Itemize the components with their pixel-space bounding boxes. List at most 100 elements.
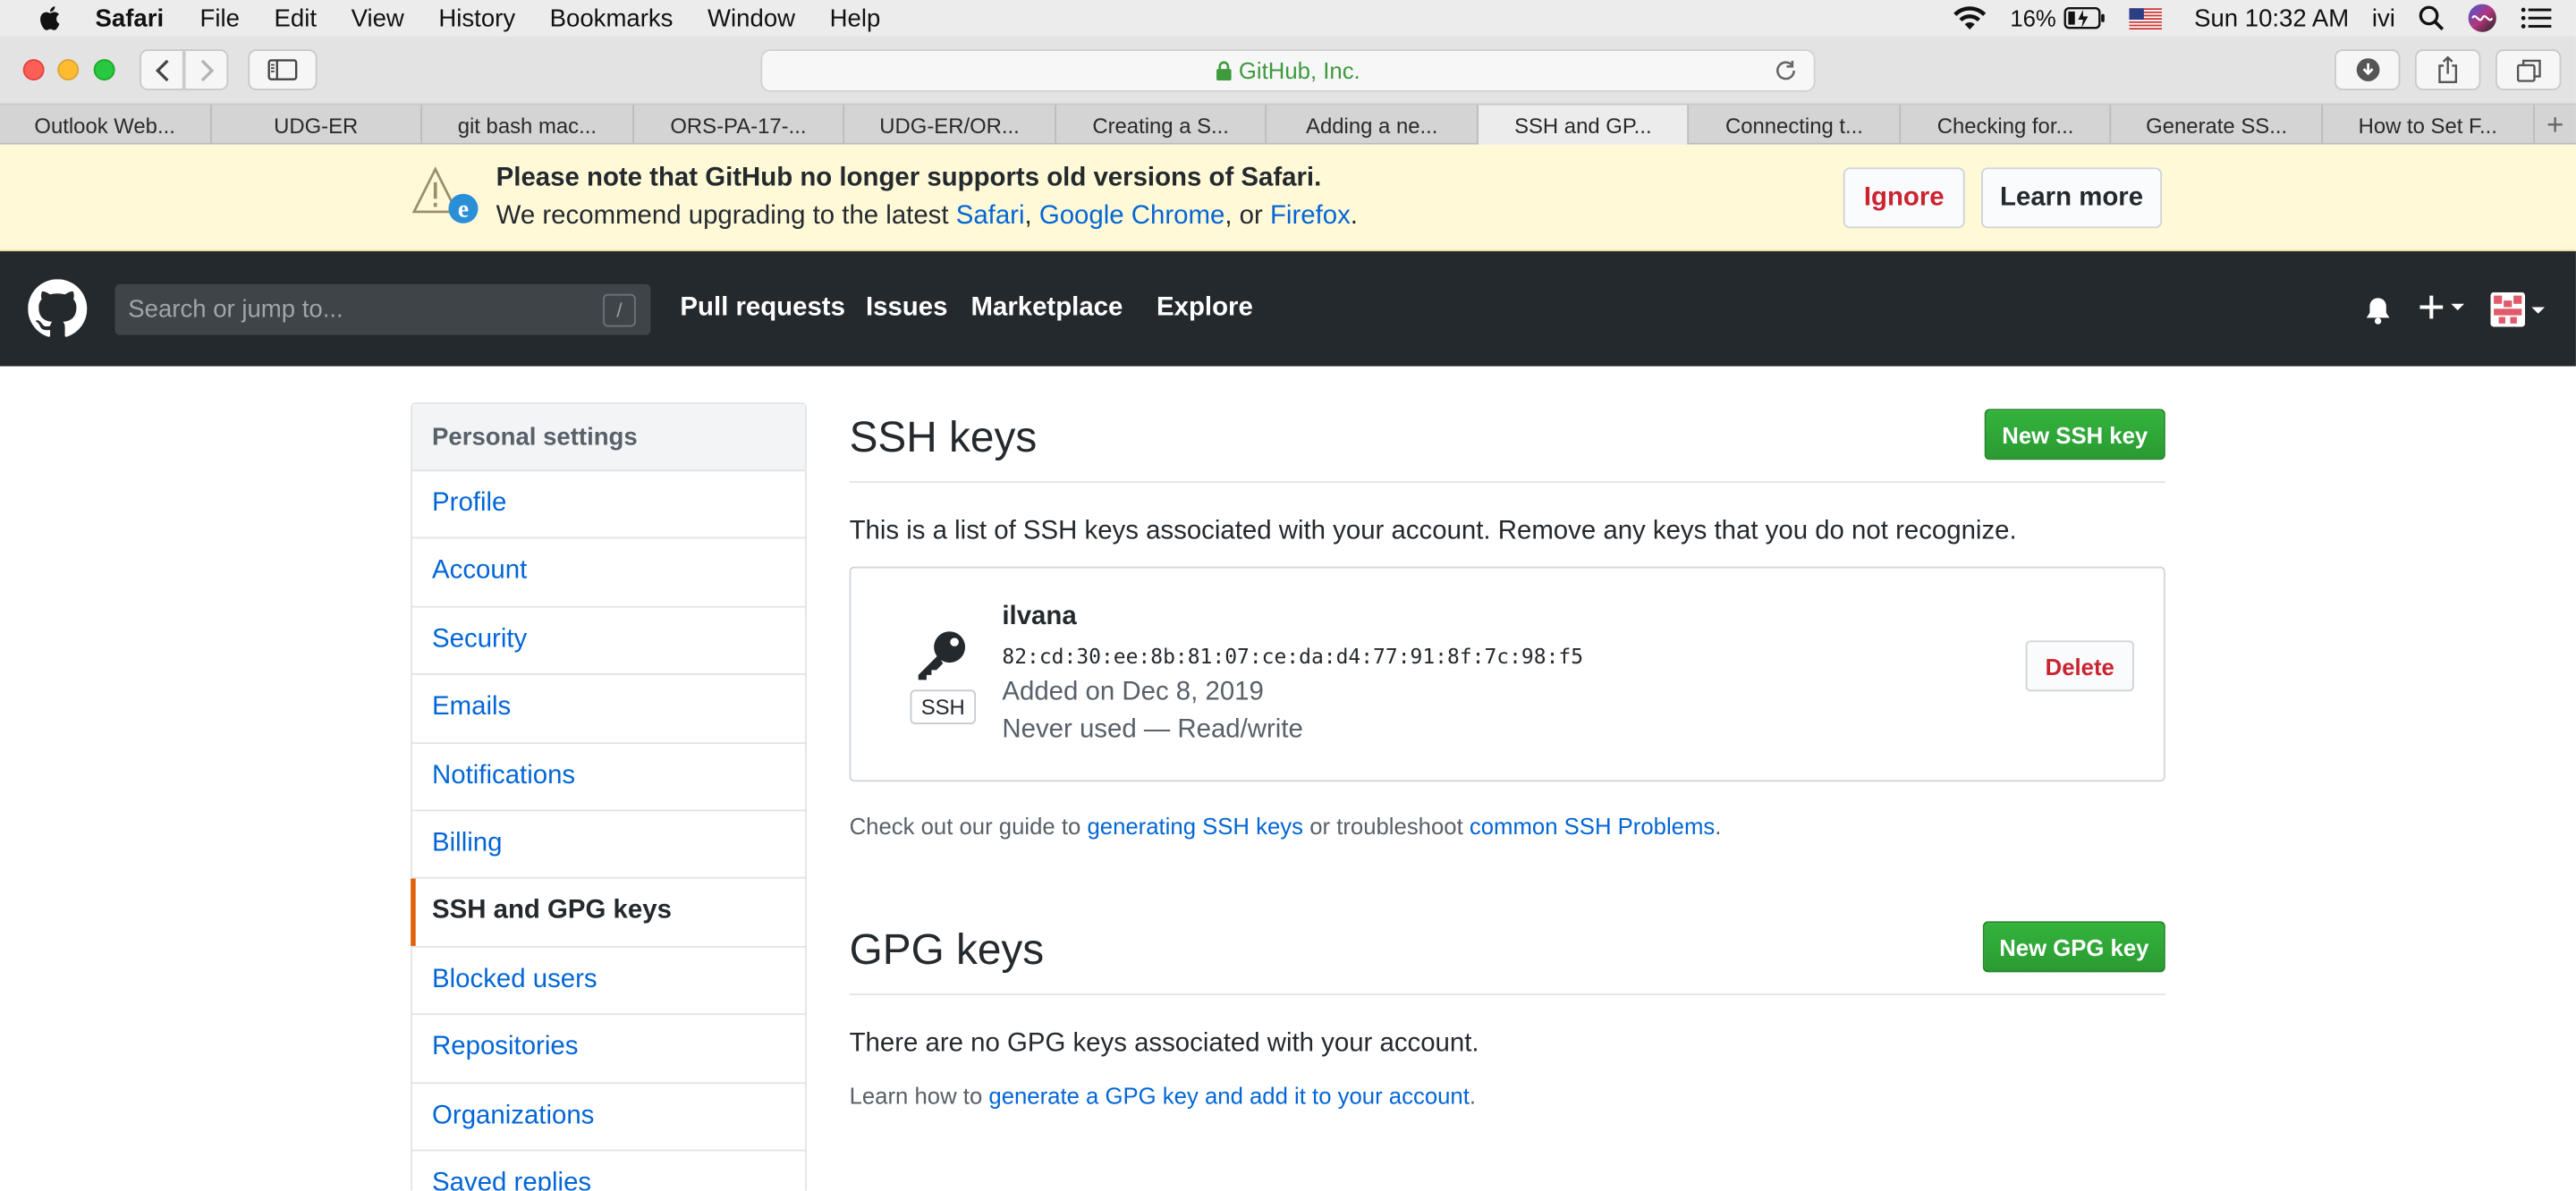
sidebar-item-billing[interactable]: Billing bbox=[412, 811, 805, 880]
tab-bar: Outlook Web... UDG-ER git bash mac... OR… bbox=[0, 105, 2576, 145]
apple-icon[interactable] bbox=[36, 4, 65, 33]
sidebar-item-repositories[interactable]: Repositories bbox=[412, 1015, 805, 1084]
new-tab-button[interactable]: + bbox=[2534, 106, 2576, 145]
menu-history[interactable]: History bbox=[438, 4, 515, 32]
zoom-window-button[interactable] bbox=[93, 59, 115, 80]
banner-title: Please note that GitHub no longer suppor… bbox=[496, 164, 1322, 192]
banner-message: We recommend upgrading to the latest Saf… bbox=[496, 202, 1358, 232]
sidebar-item-saved-replies[interactable]: Saved replies bbox=[412, 1151, 805, 1191]
show-all-tabs-button[interactable] bbox=[2495, 49, 2562, 91]
menu-bookmarks[interactable]: Bookmarks bbox=[550, 4, 674, 32]
bell-icon[interactable] bbox=[2364, 296, 2392, 325]
nav-pull-requests[interactable]: Pull requests bbox=[680, 294, 845, 324]
gpg-keys-title: GPG keys bbox=[849, 925, 1045, 975]
ssh-guide-text: Check out our guide to generating SSH ke… bbox=[850, 813, 1722, 839]
menu-help[interactable]: Help bbox=[830, 4, 881, 32]
caret-down-icon bbox=[2531, 306, 2546, 313]
battery-charging-icon[interactable] bbox=[2063, 6, 2106, 30]
ssh-guide-end: . bbox=[1715, 813, 1722, 840]
wifi-icon[interactable] bbox=[1951, 5, 1987, 31]
sidebar-item-notifications[interactable]: Notifications bbox=[412, 743, 805, 812]
battery-percent: 16% bbox=[2010, 4, 2056, 31]
banner-separator: , or bbox=[1224, 201, 1263, 231]
ssh-key-item: SSH ilvana 82:cd:30:ee:8b:81:07:ce:da:d4… bbox=[849, 566, 2165, 782]
safari-link[interactable]: Safari bbox=[956, 202, 1025, 230]
share-button[interactable] bbox=[2414, 49, 2481, 91]
ssh-key-usage: Never used — Read/write bbox=[1002, 715, 1303, 745]
sidebar-item-emails[interactable]: Emails bbox=[412, 675, 805, 744]
minimize-window-button[interactable] bbox=[57, 59, 80, 80]
menu-edit[interactable]: Edit bbox=[274, 4, 316, 32]
tab-git-bash[interactable]: git bash mac... bbox=[422, 105, 634, 145]
address-bar[interactable]: GitHub, Inc. bbox=[760, 49, 1816, 92]
ssh-key-added-date: Added on Dec 8, 2019 bbox=[1002, 678, 1264, 706]
sidebar-item-security[interactable]: Security bbox=[412, 607, 805, 676]
menu-file[interactable]: File bbox=[200, 4, 240, 32]
tab-ors-pa[interactable]: ORS-PA-17-... bbox=[633, 105, 845, 145]
downloads-button[interactable] bbox=[2334, 49, 2401, 91]
share-icon bbox=[2438, 55, 2458, 84]
us-flag-icon[interactable] bbox=[2128, 7, 2162, 30]
chevron-right-icon bbox=[199, 58, 214, 81]
menu-app-safari[interactable]: Safari bbox=[96, 4, 165, 32]
sidebar-item-profile[interactable]: Profile bbox=[412, 471, 805, 540]
search-input[interactable]: Search or jump to... / bbox=[114, 283, 651, 335]
menu-view[interactable]: View bbox=[352, 4, 404, 32]
spotlight-search-icon[interactable] bbox=[2419, 5, 2445, 31]
gpg-learn-prefix: Learn how to bbox=[849, 1082, 983, 1109]
menu-window[interactable]: Window bbox=[708, 4, 795, 32]
tab-outlook[interactable]: Outlook Web... bbox=[0, 105, 212, 145]
divider bbox=[849, 993, 2165, 996]
learn-more-button[interactable]: Learn more bbox=[1981, 167, 2163, 229]
user-menu-dropdown[interactable] bbox=[2490, 291, 2546, 327]
new-ssh-key-button[interactable]: New SSH key bbox=[1984, 409, 2165, 460]
chrome-link[interactable]: Google Chrome bbox=[1039, 202, 1224, 230]
close-window-button[interactable] bbox=[22, 59, 45, 80]
browser-warning-banner: e Please note that GitHub no longer supp… bbox=[0, 144, 2576, 252]
settings-sidebar: Personal settings Profile Account Securi… bbox=[411, 401, 807, 1191]
back-button[interactable] bbox=[140, 49, 184, 91]
siri-icon[interactable] bbox=[2468, 4, 2497, 33]
tab-checking[interactable]: Checking for... bbox=[1901, 105, 2113, 145]
banner-end: . bbox=[1350, 201, 1358, 231]
create-new-dropdown[interactable] bbox=[2419, 294, 2466, 320]
tab-creating[interactable]: Creating a S... bbox=[1056, 105, 1267, 145]
tab-adding[interactable]: Adding a ne... bbox=[1267, 105, 1479, 145]
tab-how-to-set[interactable]: How to Set F... bbox=[2323, 105, 2535, 145]
common-ssh-problems-link[interactable]: common SSH Problems bbox=[1470, 813, 1715, 839]
ssh-key-title: ilvana bbox=[1002, 603, 1077, 631]
tab-udg-er-or[interactable]: UDG-ER/OR... bbox=[844, 105, 1056, 145]
new-gpg-key-button[interactable]: New GPG key bbox=[1982, 921, 2165, 973]
github-logo-icon[interactable] bbox=[28, 279, 88, 338]
notification-center-icon[interactable] bbox=[2520, 5, 2553, 31]
ssh-keys-title: SSH keys bbox=[849, 412, 1038, 462]
ssh-key-fingerprint: 82:cd:30:ee:8b:81:07:ce:da:d4:77:91:8f:7… bbox=[1002, 643, 1584, 669]
generate-gpg-key-link[interactable]: generate a GPG key and add it to your ac… bbox=[988, 1082, 1469, 1108]
sidebar-item-ssh-gpg-keys[interactable]: SSH and GPG keys bbox=[411, 879, 805, 948]
ssh-description: This is a list of SSH keys associated wi… bbox=[849, 517, 2017, 545]
reload-icon[interactable] bbox=[1775, 59, 1798, 82]
nav-marketplace[interactable]: Marketplace bbox=[970, 294, 1123, 324]
sidebar-item-organizations[interactable]: Organizations bbox=[412, 1083, 805, 1152]
tab-udg-er[interactable]: UDG-ER bbox=[211, 105, 423, 145]
tab-connecting[interactable]: Connecting t... bbox=[1690, 105, 1901, 145]
sidebar-item-blocked-users[interactable]: Blocked users bbox=[412, 947, 805, 1016]
lock-icon bbox=[1216, 61, 1232, 80]
forward-button[interactable] bbox=[183, 49, 229, 91]
ignore-button[interactable]: Ignore bbox=[1843, 167, 1965, 229]
sidebar-item-account[interactable]: Account bbox=[412, 539, 805, 608]
plus-icon bbox=[2419, 295, 2444, 319]
tab-generate[interactable]: Generate SS... bbox=[2112, 105, 2324, 145]
ssh-badge: SSH bbox=[910, 689, 976, 724]
warning-browser-icon: e bbox=[412, 166, 479, 224]
firefox-link[interactable]: Firefox bbox=[1270, 202, 1351, 230]
nav-issues[interactable]: Issues bbox=[866, 294, 947, 324]
sidebar-toggle-button[interactable] bbox=[248, 49, 318, 91]
delete-ssh-key-button[interactable]: Delete bbox=[2025, 640, 2134, 692]
tab-ssh-gpg[interactable]: SSH and GP... bbox=[1478, 105, 1690, 145]
generating-ssh-keys-link[interactable]: generating SSH keys bbox=[1087, 813, 1303, 839]
menubar-user[interactable]: ivi bbox=[2372, 4, 2395, 32]
nav-explore[interactable]: Explore bbox=[1157, 294, 1253, 324]
menubar-clock[interactable]: Sun 10:32 AM bbox=[2194, 4, 2349, 32]
safari-toolbar: GitHub, Inc. bbox=[0, 36, 2576, 106]
